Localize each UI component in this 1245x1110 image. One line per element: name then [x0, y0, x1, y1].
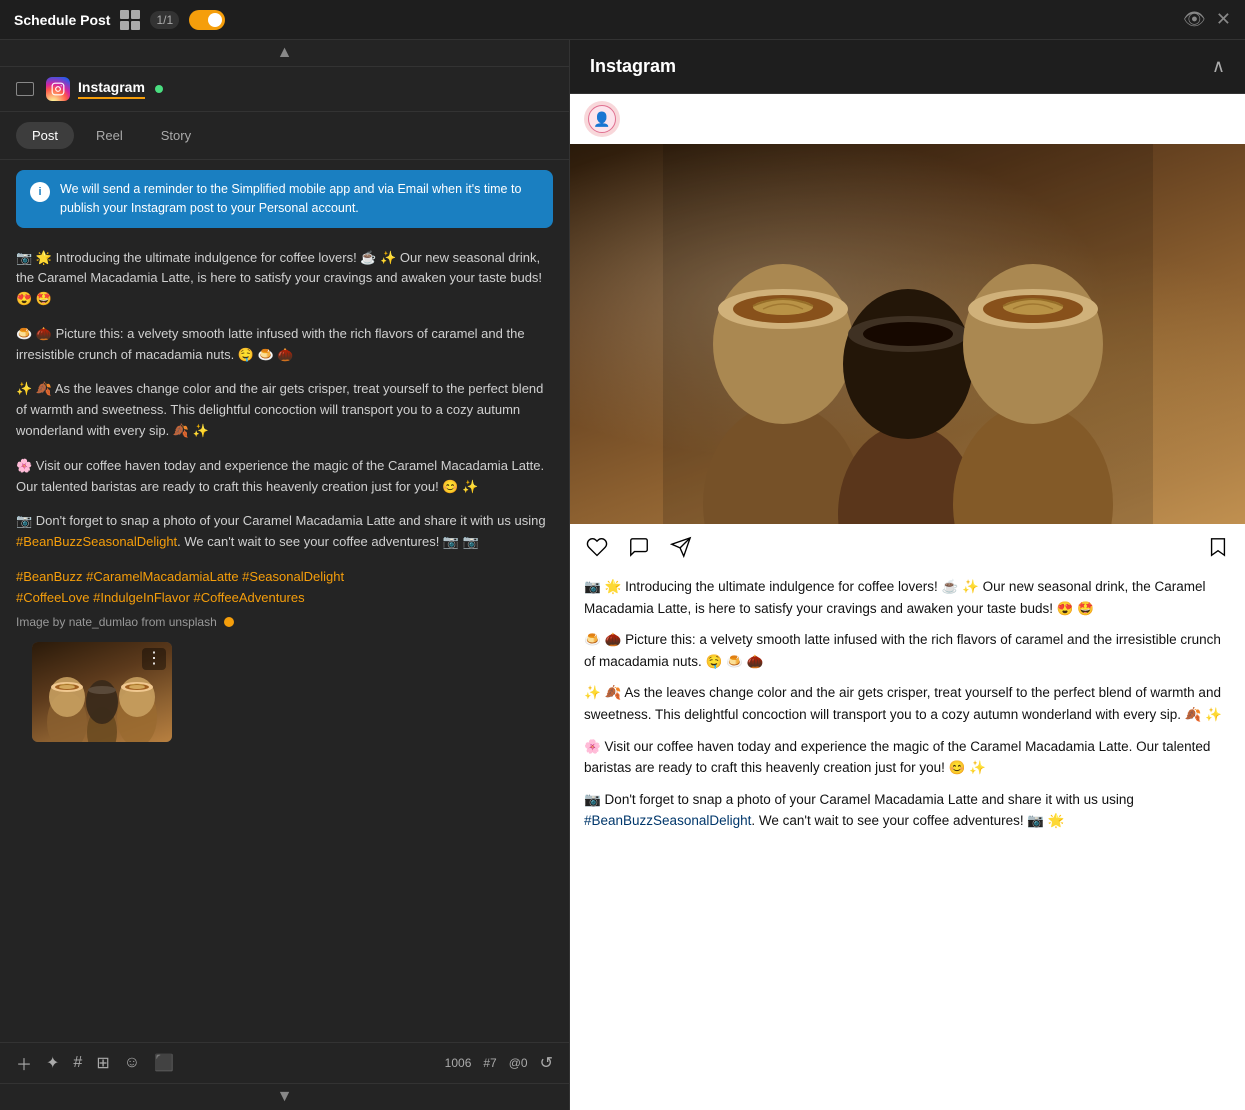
ig-actions	[570, 524, 1245, 570]
eye-slash-icon[interactable]: 👁	[1183, 9, 1206, 30]
grid-icon[interactable]	[120, 10, 140, 30]
platform-name: Instagram	[78, 79, 145, 99]
ig-caption-p4: 🌸 Visit our coffee haven today and exper…	[584, 736, 1231, 779]
main-content: ▲ Instagram Post Reel Story i We will se…	[0, 40, 1245, 1110]
thumbnail-menu[interactable]: ⋮	[142, 648, 166, 670]
camera-icon[interactable]: ⬛	[154, 1053, 174, 1073]
info-icon: i	[30, 182, 50, 202]
ig-caption-p1: 📷 🌟 Introducing the ultimate indulgence …	[584, 576, 1231, 619]
ig-caption-p5: 📷 Don't forget to snap a photo of your C…	[584, 789, 1231, 832]
left-panel: ▲ Instagram Post Reel Story i We will se…	[0, 40, 570, 1110]
ig-like-button[interactable]	[584, 534, 610, 560]
post-content-area[interactable]: 📷 🌟 Introducing the ultimate indulgence …	[0, 238, 569, 1043]
post-paragraph-2: 🍮 🌰 Picture this: a velvety smooth latte…	[16, 324, 553, 366]
instagram-preview[interactable]: 👤	[570, 94, 1245, 1110]
ig-image-content	[570, 144, 1245, 524]
top-bar-left: Schedule Post 1/1	[14, 10, 225, 30]
schedule-post-title: Schedule Post	[14, 12, 110, 28]
layers-icon[interactable]: ⊞	[96, 1053, 109, 1073]
ig-save-button[interactable]	[1205, 534, 1231, 560]
toolbar-left: ＋ ✦ # ⊞ ☺ ⬛	[16, 1051, 174, 1075]
refresh-icon[interactable]: ↺	[540, 1053, 553, 1073]
ig-avatar-inner: 👤	[588, 105, 616, 133]
collapse-icon[interactable]: ∧	[1212, 56, 1225, 77]
tab-story[interactable]: Story	[145, 122, 207, 149]
ig-post-header: 👤	[570, 94, 1245, 144]
char-count: 1006	[445, 1056, 472, 1070]
right-panel-header: Instagram ∧	[570, 40, 1245, 94]
post-paragraph-1: 📷 🌟 Introducing the ultimate indulgence …	[16, 248, 553, 310]
credit-line: Image by nate_dumlao from unsplash	[16, 613, 553, 632]
ig-avatar: 👤	[584, 101, 620, 137]
notification-text: We will send a reminder to the Simplifie…	[60, 180, 539, 218]
close-icon[interactable]: ✕	[1216, 9, 1231, 30]
image-thumbnail: ⋮	[32, 642, 172, 742]
top-bar-right: 👁 ✕	[1183, 9, 1231, 30]
yellow-dot	[224, 617, 234, 627]
add-icon[interactable]: ＋	[16, 1051, 32, 1075]
notification-banner: i We will send a reminder to the Simplif…	[16, 170, 553, 228]
toggle-switch[interactable]	[189, 10, 225, 30]
platform-tab: Instagram	[0, 67, 569, 112]
ig-share-button[interactable]	[668, 534, 694, 560]
ig-coffee-svg	[663, 144, 1153, 524]
tab-post[interactable]: Post	[16, 122, 74, 149]
bottom-toolbar: ＋ ✦ # ⊞ ☺ ⬛ 1006 #7 @0 ↺	[0, 1042, 569, 1083]
post-type-tabs: Post Reel Story	[0, 112, 569, 160]
hashtag-icon[interactable]: #	[73, 1054, 82, 1072]
page-icon	[16, 82, 34, 96]
ig-caption: 📷 🌟 Introducing the ultimate indulgence …	[570, 570, 1245, 852]
ig-avatar-person-icon: 👤	[593, 111, 610, 128]
at-count: @0	[509, 1056, 528, 1070]
post-paragraph-4: 🌸 Visit our coffee haven today and exper…	[16, 456, 553, 498]
sparkle-icon[interactable]: ✦	[46, 1053, 59, 1073]
top-bar: Schedule Post 1/1 👁 ✕	[0, 0, 1245, 40]
emoji-icon[interactable]: ☺	[124, 1054, 140, 1072]
platform-connected-dot	[155, 85, 163, 93]
scroll-down-arrow[interactable]: ▼	[0, 1083, 569, 1110]
toolbar-right: 1006 #7 @0 ↺	[445, 1053, 553, 1073]
ig-caption-p2: 🍮 🌰 Picture this: a velvety smooth latte…	[584, 629, 1231, 672]
post-counter: 1/1	[150, 11, 179, 29]
hashtag-line: #BeanBuzz #CaramelMacadamiaLatte #Season…	[16, 567, 553, 609]
ig-caption-p3: ✨ 🍂 As the leaves change color and the a…	[584, 682, 1231, 725]
right-panel: Instagram ∧ 👤	[570, 40, 1245, 1110]
tab-reel[interactable]: Reel	[80, 122, 139, 149]
ig-actions-left	[584, 534, 694, 560]
image-thumbnail-container: ⋮	[32, 642, 172, 742]
ig-hashtag-link[interactable]: #BeanBuzzSeasonalDelight	[584, 813, 751, 828]
post-paragraph-5: 📷 Don't forget to snap a photo of your C…	[16, 511, 553, 553]
instagram-icon	[46, 77, 70, 101]
post-paragraph-3: ✨ 🍂 As the leaves change color and the a…	[16, 379, 553, 441]
scroll-up-arrow[interactable]: ▲	[0, 40, 569, 67]
hashtag-count: #7	[483, 1056, 496, 1070]
ig-image	[570, 144, 1245, 524]
ig-post: 👤	[570, 94, 1245, 852]
ig-comment-button[interactable]	[626, 534, 652, 560]
preview-title: Instagram	[590, 56, 676, 77]
